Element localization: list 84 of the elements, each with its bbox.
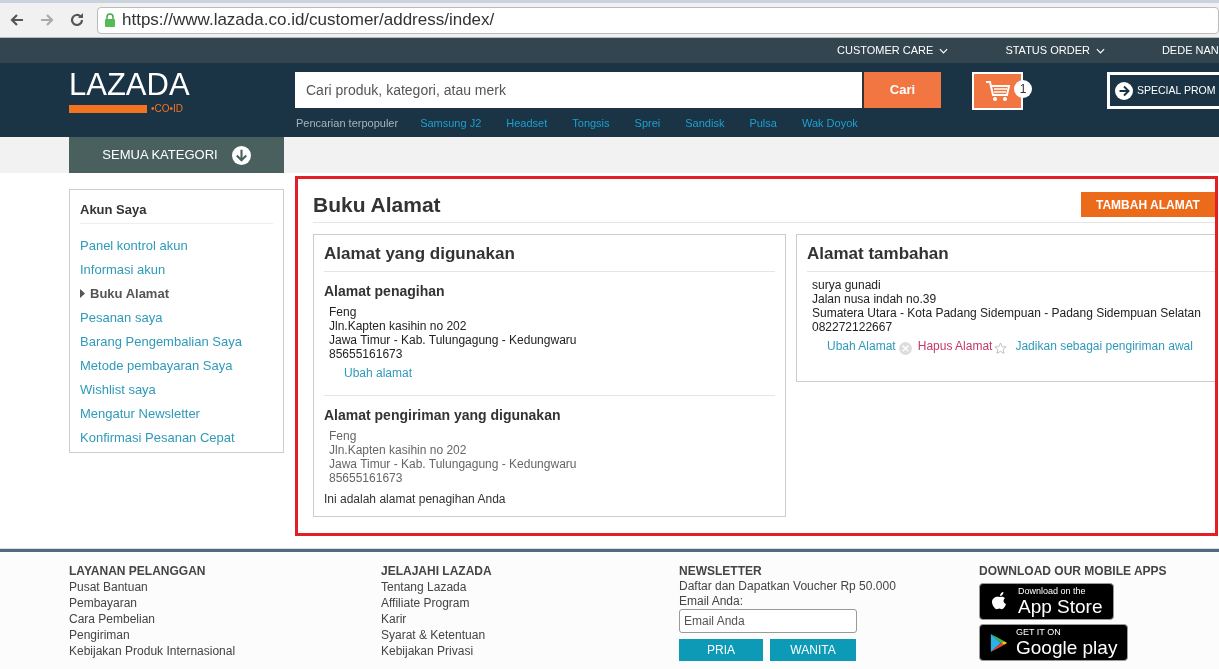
top-nav-link[interactable]: DEDE NAN	[1161, 42, 1219, 59]
address-line: surya gunadi	[811, 277, 882, 292]
set-default-link[interactable]: Jadikan sebagai pengiriman awal	[1015, 336, 1193, 355]
google-play-badge[interactable]: GET IT ON Google play	[979, 624, 1129, 661]
footer-heading: DOWNLOAD OUR MOBILE APPS	[979, 563, 1167, 579]
sidebar-link[interactable]: Metode pembayaran Saya	[80, 353, 273, 378]
edit-address-link[interactable]: Ubah alamat	[344, 363, 413, 382]
section-heading: Alamat pengiriman yang digunakan	[324, 405, 562, 425]
newsletter-text: Daftar dan Dapatkan Voucher Rp 50.000	[679, 579, 896, 594]
address-line: Sumatera Utara - Kota Padang Sidempuan - Padang Sidempuan Selatan	[811, 305, 1202, 320]
gender-button[interactable]: WANITA	[770, 639, 856, 661]
address-line: 082272122667	[811, 319, 894, 334]
popular-search-label: Pencarian terpopuler	[296, 116, 399, 131]
footer-heading: NEWSLETTER	[679, 563, 763, 579]
remove-icon	[898, 341, 912, 355]
arrow-right-icon	[1115, 81, 1133, 100]
cart-count-badge: 1	[1014, 80, 1032, 98]
cart-icon	[984, 80, 1011, 102]
address-line: Feng	[328, 304, 358, 319]
star-icon	[994, 341, 1008, 355]
address-line: 85655161673	[328, 346, 404, 361]
lazada-logo[interactable]: LAZADA •CO•ID	[69, 68, 199, 114]
footer-link[interactable]: Cara Pembelian	[69, 611, 156, 627]
delete-address-link[interactable]: Hapus Alamat	[917, 336, 993, 355]
gender-button[interactable]: PRIA	[679, 639, 763, 661]
sidebar-link[interactable]: Konfirmasi Pesanan Cepat	[80, 425, 273, 450]
footer-link[interactable]: Kebijakan Privasi	[381, 643, 474, 659]
footer-link[interactable]: Pembayaran	[69, 595, 138, 611]
arrow-down-icon	[231, 145, 251, 165]
address-line: Jalan nusa indah no.39	[811, 291, 938, 306]
play-icon	[990, 632, 1008, 653]
address-line: Jln.Kapten kasihin no 202	[328, 442, 468, 457]
search-field[interactable]: Cari produk, kategori, atau merk	[295, 72, 862, 108]
footer-link[interactable]: Tentang Lazada	[381, 579, 467, 595]
sidebar-title: Akun Saya	[80, 200, 273, 224]
sidebar-link[interactable]: Pesanan saya	[80, 305, 273, 330]
top-nav-link[interactable]: CUSTOMER CARE	[837, 42, 949, 59]
email-field[interactable]: Email Anda	[679, 609, 857, 633]
search-button[interactable]: Cari	[862, 72, 941, 108]
footer-link[interactable]: Pengiriman	[69, 627, 130, 643]
sidebar-link[interactable]: Buku Alamat	[80, 281, 273, 306]
address-line: Jawa Timur - Kab. Tulungagung - Kedungwaru	[328, 332, 578, 347]
lock-icon	[104, 13, 116, 27]
reload-icon[interactable]	[69, 12, 85, 28]
card-title: Alamat yang digunakan	[324, 241, 775, 272]
footer-link[interactable]: Pusat Bantuan	[69, 579, 148, 595]
back-icon[interactable]	[9, 12, 25, 28]
category-button[interactable]: SEMUA KATEGORI	[69, 137, 284, 173]
edit-address-link[interactable]: Ubah Alamat	[827, 336, 896, 355]
popular-search-link[interactable]: Sandisk	[685, 115, 725, 132]
address-line: Jln.Kapten kasihin no 202	[328, 318, 468, 333]
caret-right-icon	[80, 289, 85, 298]
address-bar[interactable]: https://www.lazada.co.id/customer/address/index/	[97, 6, 1219, 34]
section-heading: Alamat penagihan	[324, 281, 446, 301]
special-promo-button[interactable]: SPECIAL PROM	[1107, 72, 1219, 109]
footer-link[interactable]: Kebijakan Produk Internasional	[69, 643, 236, 659]
card-title: Alamat tambahan	[807, 241, 1215, 272]
chevron-down-icon	[1095, 47, 1105, 54]
footer-link[interactable]: Affiliate Program	[381, 595, 470, 611]
popular-search-link[interactable]: Sprei	[634, 115, 661, 132]
sidebar-link[interactable]: Panel kontrol akun	[80, 233, 273, 258]
address-note: Ini adalah alamat penagihan Anda	[324, 490, 507, 508]
sidebar-link[interactable]: Barang Pengembalian Saya	[80, 329, 273, 354]
popular-search-link[interactable]: Tongsis	[572, 115, 610, 132]
chevron-down-icon	[939, 47, 949, 54]
footer-heading: JELAJAHI LAZADA	[381, 563, 492, 579]
email-label: Email Anda:	[679, 594, 745, 608]
footer-heading: LAYANAN PELANGGAN	[69, 563, 207, 579]
address-line: 85655161673	[328, 470, 404, 485]
popular-search-link[interactable]: Headset	[506, 115, 548, 132]
page-title: Buku Alamat	[313, 191, 441, 218]
app-store-badge[interactable]: Download on the App Store	[979, 583, 1114, 620]
footer-link[interactable]: Karir	[381, 611, 407, 627]
popular-search-link[interactable]: Pulsa	[749, 115, 777, 132]
popular-search-link[interactable]: Wak Doyok	[801, 115, 858, 132]
sidebar-link[interactable]: Wishlist saya	[80, 377, 273, 402]
add-address-button[interactable]: TAMBAH ALAMAT	[1081, 192, 1215, 217]
address-line: Jawa Timur - Kab. Tulungagung - Kedungwaru	[328, 456, 578, 471]
sidebar-link[interactable]: Informasi akun	[80, 257, 273, 282]
top-nav-link[interactable]: STATUS ORDER	[1005, 42, 1105, 59]
footer-link[interactable]: Syarat & Ketentuan	[381, 627, 486, 643]
popular-search-link[interactable]: Samsung J2	[420, 115, 482, 132]
address-line: Feng	[328, 428, 358, 443]
sidebar-link[interactable]: Mengatur Newsletter	[80, 401, 273, 426]
